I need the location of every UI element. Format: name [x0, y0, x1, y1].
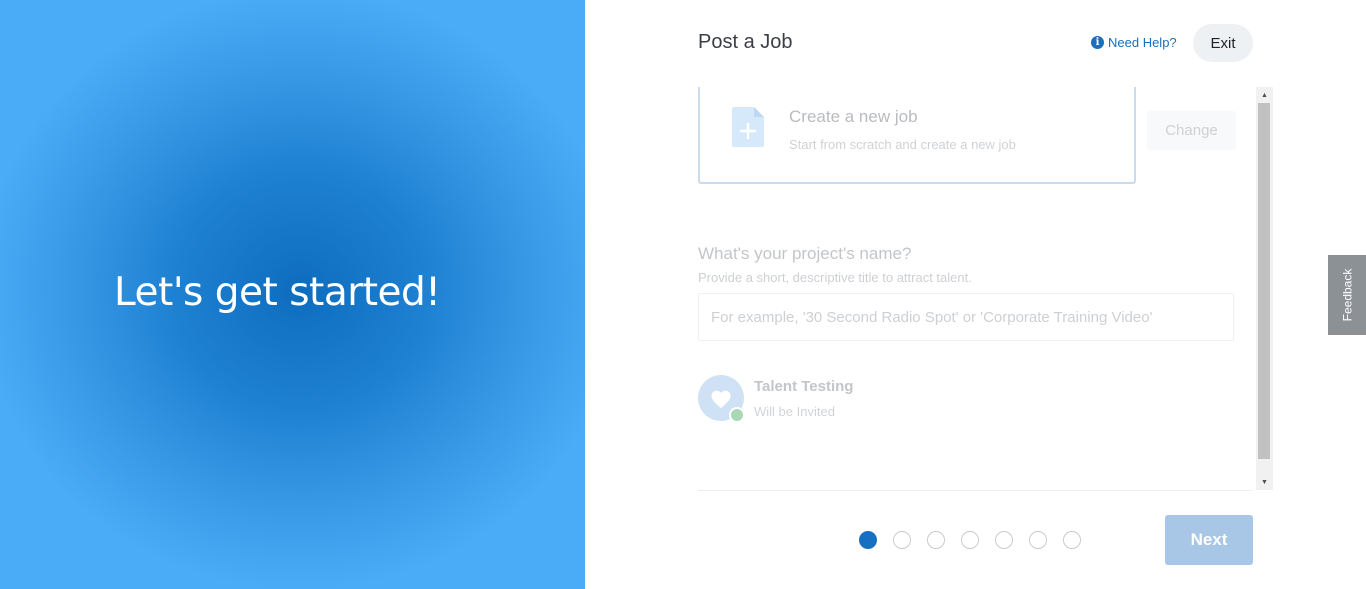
- step-dot[interactable]: [893, 531, 911, 549]
- info-icon: i: [1091, 36, 1104, 49]
- page-title: Post a Job: [698, 31, 793, 53]
- scroll-up-arrow-icon[interactable]: ▲: [1256, 87, 1273, 103]
- project-name-input[interactable]: [698, 293, 1234, 341]
- exit-button[interactable]: Exit: [1193, 24, 1253, 62]
- project-name-question: What's your project's name?: [698, 244, 912, 263]
- hero-title: Let's get started!: [114, 270, 441, 315]
- scrollbar-thumb[interactable]: [1258, 103, 1270, 459]
- check-icon: [729, 407, 745, 423]
- need-help-link[interactable]: i Need Help?: [1091, 35, 1177, 50]
- step-dot[interactable]: [859, 531, 877, 549]
- footer-divider: [698, 490, 1253, 491]
- heart-icon: [711, 390, 731, 409]
- talent-testing-status: Will be Invited: [754, 404, 835, 419]
- change-job-type-button[interactable]: Change: [1147, 111, 1236, 150]
- need-help-label: Need Help?: [1108, 35, 1177, 50]
- form-scrollbar[interactable]: ▲ ▼: [1256, 87, 1273, 490]
- next-button[interactable]: Next: [1165, 515, 1253, 565]
- hero-panel: Let's get started!: [0, 0, 585, 589]
- job-type-card[interactable]: Create a new job Start from scratch and …: [698, 87, 1136, 184]
- step-dot[interactable]: [995, 531, 1013, 549]
- step-indicator: [859, 531, 1097, 549]
- step-dot[interactable]: [927, 531, 945, 549]
- step-dot[interactable]: [961, 531, 979, 549]
- feedback-tab[interactable]: Feedback: [1328, 255, 1366, 335]
- step-dot[interactable]: [1029, 531, 1047, 549]
- talent-testing-title: Talent Testing: [754, 378, 854, 395]
- project-name-hint: Provide a short, descriptive title to at…: [698, 270, 972, 285]
- job-type-title: Create a new job: [789, 107, 918, 126]
- scroll-down-arrow-icon[interactable]: ▼: [1256, 474, 1273, 490]
- job-form-scroll-area: Create a new job Start from scratch and …: [698, 87, 1273, 490]
- document-plus-icon: [732, 107, 764, 147]
- step-dot[interactable]: [1063, 531, 1081, 549]
- feedback-label: Feedback: [1340, 268, 1355, 322]
- job-type-subtitle: Start from scratch and create a new job: [789, 137, 1016, 152]
